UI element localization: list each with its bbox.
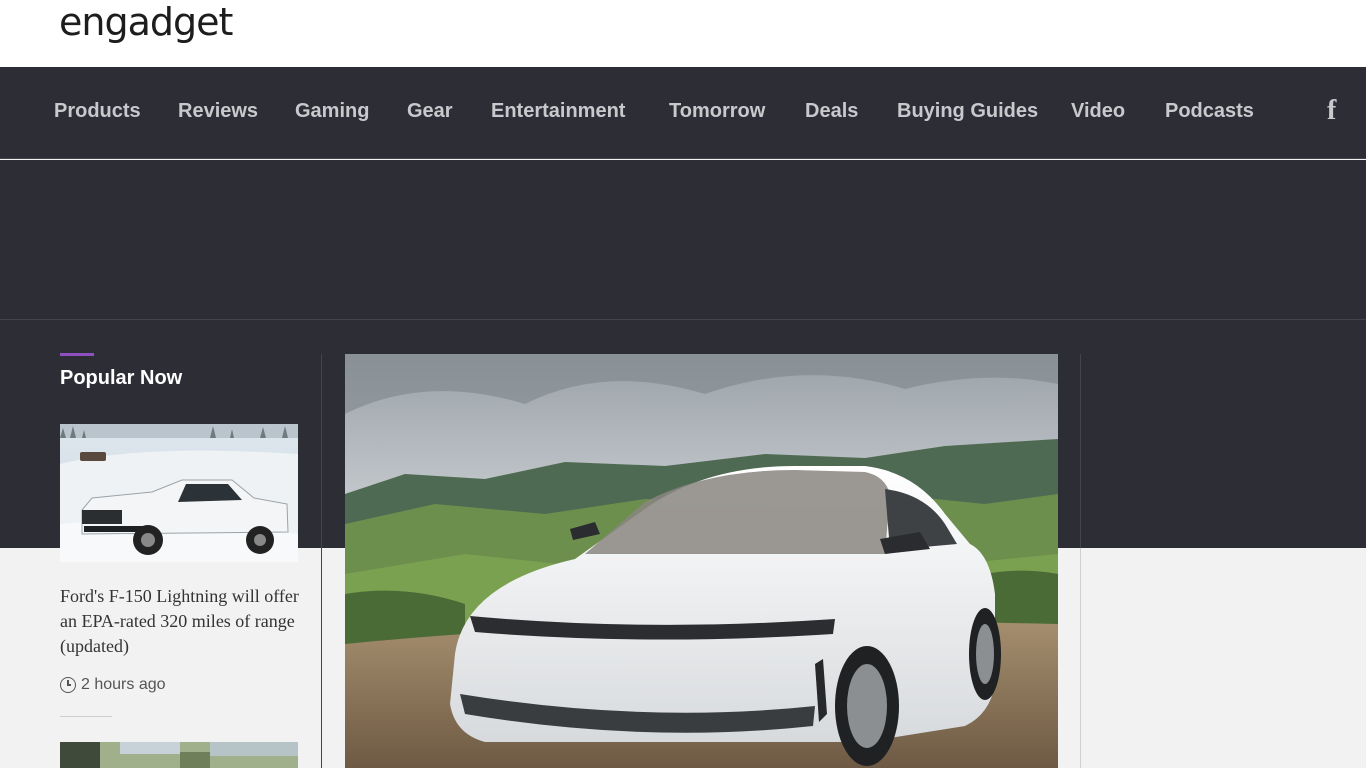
engadget-logo[interactable]: engadget — [59, 2, 233, 42]
hero-article-image[interactable] — [345, 354, 1058, 768]
story-time-text: 2 hours ago — [81, 676, 166, 693]
nav-item-products[interactable]: Products — [54, 100, 141, 123]
story-separator — [60, 716, 112, 717]
main-nav: Products Reviews Gaming Gear Entertainme… — [0, 67, 1366, 159]
nav-item-gaming[interactable]: Gaming — [295, 100, 369, 123]
nav-item-buying-guides[interactable]: Buying Guides — [897, 100, 1038, 123]
story-headline[interactable]: Ford's F-150 Lightning will offer an EPA… — [60, 584, 300, 659]
nav-item-video[interactable]: Video — [1071, 100, 1125, 123]
story-thumbnail-next[interactable] — [60, 742, 298, 768]
story-thumbnail-truck[interactable] — [60, 424, 298, 562]
nav-item-deals[interactable]: Deals — [805, 100, 858, 123]
section-accent-bar — [60, 353, 94, 356]
nav-item-reviews[interactable]: Reviews — [178, 100, 258, 123]
sidebar-divider — [321, 354, 322, 768]
nav-item-tomorrow[interactable]: Tomorrow — [669, 100, 765, 123]
nav-item-gear[interactable]: Gear — [407, 100, 453, 123]
pickup-truck-photo — [60, 424, 298, 562]
popular-now-heading: Popular Now — [60, 367, 183, 389]
facebook-icon[interactable]: f — [1327, 95, 1347, 126]
site-header: engadget — [0, 0, 1366, 67]
landscape-photo — [60, 742, 298, 768]
right-column-divider-dark — [1080, 354, 1081, 548]
nav-item-entertainment[interactable]: Entertainment — [491, 100, 625, 123]
divider — [0, 319, 1366, 320]
story-timestamp: 2 hours ago — [60, 676, 166, 694]
white-electric-sedan-photo — [345, 354, 1058, 768]
nav-item-podcasts[interactable]: Podcasts — [1165, 100, 1254, 123]
clock-icon — [60, 677, 76, 693]
